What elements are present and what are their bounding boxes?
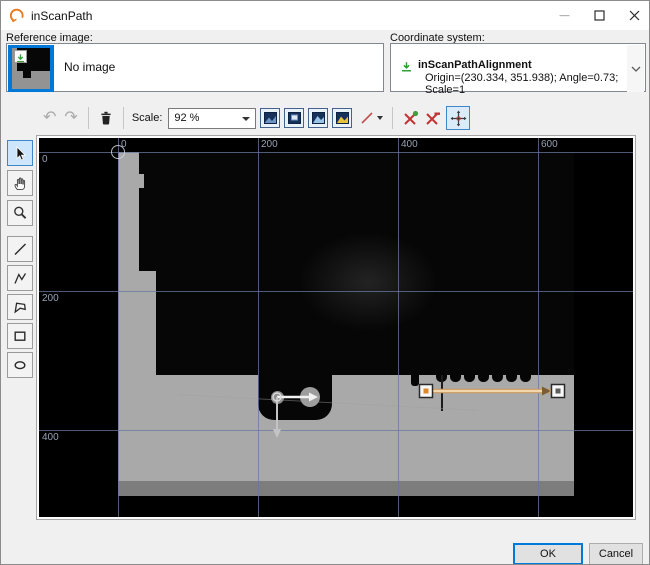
add-point-button[interactable] (399, 107, 421, 129)
fit-width-icon (312, 112, 325, 124)
line-tool-button[interactable] (7, 236, 33, 262)
chevron-down-icon (631, 66, 641, 72)
coordinate-system-select[interactable]: inScanPathAlignment Origin=(230.334, 351… (390, 43, 646, 92)
fit-image-button[interactable] (260, 108, 280, 128)
toolbar-separator (392, 107, 393, 129)
line-tool-icon (12, 241, 28, 257)
select-tool-icon (12, 145, 28, 162)
reference-image-item[interactable] (8, 45, 54, 92)
move-origin-button[interactable] (446, 106, 470, 130)
image-canvas[interactable]: 0 200 400 600 0 200 400 (37, 136, 635, 519)
pan-tool-button[interactable] (7, 170, 33, 196)
minimize-button[interactable] (547, 1, 582, 29)
fit-width-button[interactable] (308, 108, 328, 128)
add-point-icon (402, 110, 419, 127)
no-image-text: No image (64, 44, 115, 91)
magnifier-icon (12, 205, 28, 221)
actual-size-icon (288, 112, 301, 124)
import-icon (14, 50, 27, 63)
coordinate-system-details: Origin=(230.334, 351.938); Angle=0.73; S… (425, 72, 645, 96)
remove-point-icon (424, 110, 441, 127)
rectangle-tool-button[interactable] (7, 323, 33, 349)
coordinate-system-name: inScanPathAlignment (418, 59, 532, 71)
polyline-tool-button[interactable] (7, 265, 33, 291)
ellipse-tool-icon (12, 357, 28, 373)
hand-icon (12, 175, 28, 191)
scale-value: 92 % (174, 112, 199, 124)
window-title: inScanPath (31, 9, 92, 23)
close-button[interactable] (617, 1, 650, 29)
remove-point-button[interactable] (421, 107, 443, 129)
fit-height-icon (336, 112, 349, 124)
canvas-viewport: 0 200 400 600 0 200 400 (39, 138, 633, 517)
polygon-tool-button[interactable] (7, 294, 33, 320)
path-handle-start[interactable] (420, 385, 433, 398)
line-style-button[interactable] (356, 107, 386, 129)
actual-size-button[interactable] (284, 108, 304, 128)
rectangle-tool-icon (12, 328, 28, 344)
cancel-button[interactable]: Cancel (589, 543, 643, 565)
ellipse-tool-button[interactable] (7, 352, 33, 378)
ok-button[interactable]: OK (513, 543, 583, 565)
fit-height-button[interactable] (332, 108, 352, 128)
delete-button[interactable] (95, 107, 117, 129)
scale-label: Scale: (132, 112, 163, 124)
cancel-button-label: Cancel (599, 548, 633, 560)
line-style-icon (360, 111, 374, 125)
select-tool-button[interactable] (7, 140, 33, 166)
toolbar-separator (88, 107, 89, 129)
fit-image-icon (264, 112, 277, 124)
coordinate-axes-marker[interactable] (273, 393, 318, 439)
scale-combobox[interactable]: 92 % (168, 108, 256, 129)
app-icon (10, 8, 25, 23)
move-origin-icon (450, 110, 467, 127)
x-axis-arrowhead (309, 393, 318, 402)
maximize-icon (594, 10, 605, 21)
zoom-tool-button[interactable] (7, 200, 33, 226)
canvas-toolbar: ↶ ↷ Scale: 92 % (39, 105, 470, 131)
path-handle-end[interactable] (552, 385, 565, 398)
path-direction-arrowhead (542, 387, 551, 396)
scan-path-line[interactable] (420, 385, 565, 398)
thumbnail-notch (23, 71, 31, 78)
ok-button-label: OK (540, 548, 556, 560)
trash-icon (98, 110, 114, 126)
titlebar[interactable]: inScanPath (1, 1, 649, 30)
y-axis-arrowhead (273, 429, 281, 438)
maximize-button[interactable] (582, 1, 617, 29)
polygon-tool-icon (12, 299, 28, 315)
reference-image-list[interactable]: No image (6, 43, 384, 92)
import-icon (400, 61, 413, 74)
chevron-down-icon (377, 116, 383, 120)
chevron-down-icon (242, 117, 250, 121)
redo-icon[interactable]: ↷ (60, 108, 81, 128)
coordinate-system-dropdown-button[interactable] (627, 45, 644, 92)
polyline-tool-icon (12, 270, 28, 286)
undo-icon[interactable]: ↶ (39, 108, 60, 128)
close-icon (629, 10, 640, 21)
reference-thumbnail (12, 48, 50, 89)
inscanpath-dialog: inScanPath Reference image: No image Coo… (0, 0, 650, 565)
toolbar-separator (123, 107, 124, 129)
minimize-icon (559, 10, 570, 21)
